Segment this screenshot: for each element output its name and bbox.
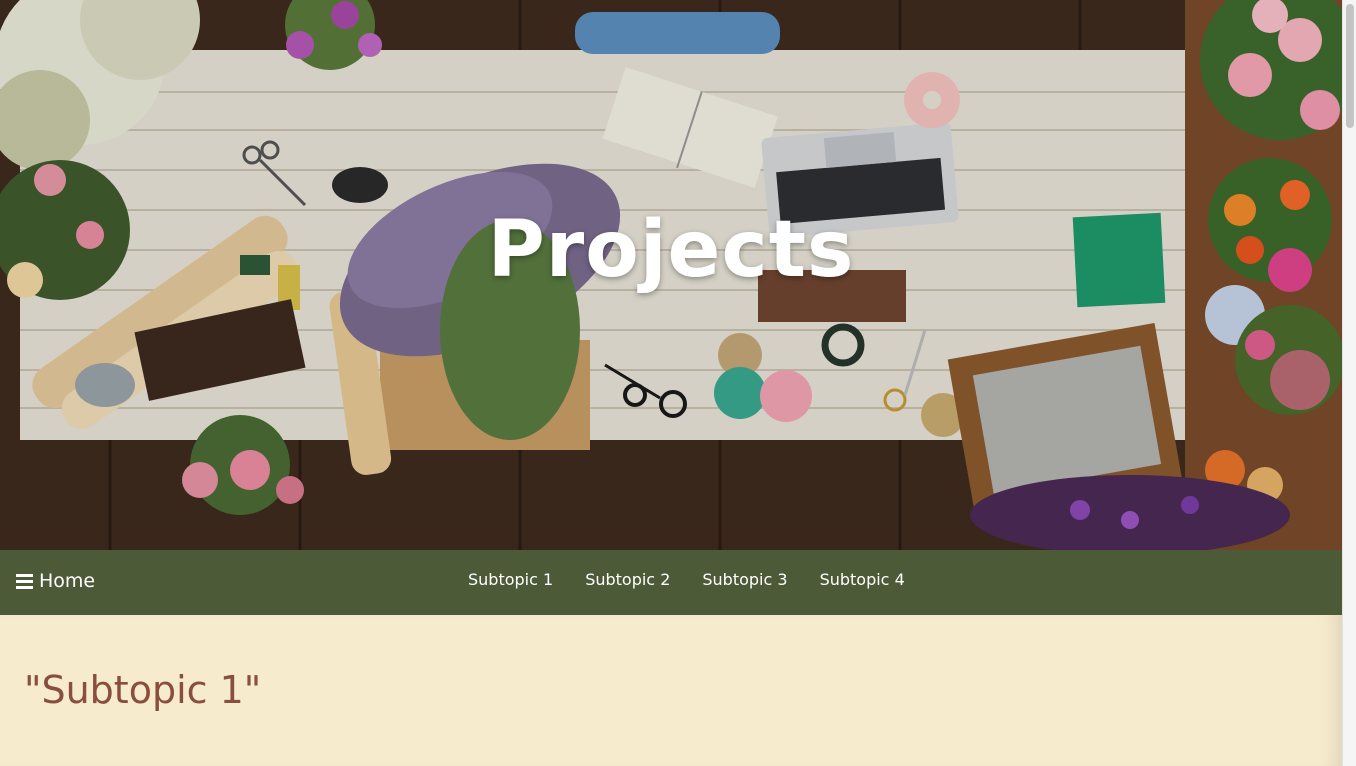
page: Projects Home Subtopic 1 Subtopic 2 Subt… — [0, 0, 1356, 766]
nav-link-subtopic-1[interactable]: Subtopic 1 — [468, 570, 553, 589]
nav-bar: Home Subtopic 1 Subtopic 2 Subtopic 3 Su… — [0, 550, 1342, 615]
home-label: Home — [39, 570, 96, 592]
hero-banner: Projects — [0, 0, 1342, 550]
nav-links: Subtopic 1 Subtopic 2 Subtopic 3 Subtopi… — [468, 570, 905, 589]
nav-link-subtopic-4[interactable]: Subtopic 4 — [820, 570, 905, 589]
nav-link-subtopic-3[interactable]: Subtopic 3 — [702, 570, 787, 589]
section-title: "Subtopic 1" — [24, 668, 262, 712]
hero-title: Projects — [487, 205, 855, 295]
nav-link-subtopic-2[interactable]: Subtopic 2 — [585, 570, 670, 589]
content-section: "Subtopic 1" — [0, 615, 1342, 766]
scrollbar-thumb[interactable] — [1346, 4, 1354, 128]
home-menu-button[interactable]: Home — [16, 570, 95, 592]
menu-icon — [16, 573, 33, 589]
vertical-scrollbar[interactable] — [1342, 0, 1356, 766]
